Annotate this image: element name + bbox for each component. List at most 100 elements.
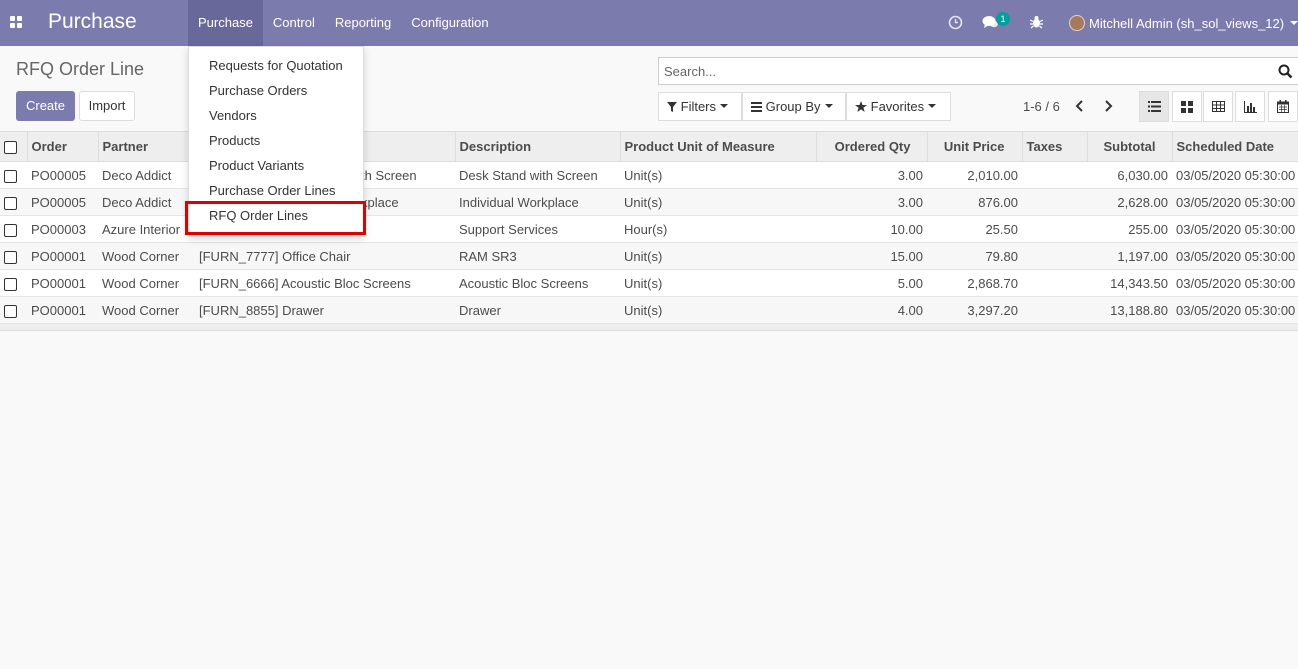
cell-description: Individual Workplace: [455, 188, 620, 216]
avatar: [1069, 15, 1085, 31]
favorites-button[interactable]: Favorites: [846, 92, 951, 121]
debug-bug-icon[interactable]: [1030, 15, 1043, 29]
cell-uom: Unit(s): [620, 161, 816, 189]
menu-item-purchase-order-lines[interactable]: Purchase Order Lines: [209, 183, 335, 198]
chevron-down-icon: [720, 103, 729, 108]
column-header-scheduled-date[interactable]: Scheduled Date: [1171, 131, 1298, 162]
cell-scheduled-date: 03/05/2020 05:30:00: [1172, 296, 1298, 324]
calendar-icon: [1277, 100, 1289, 113]
search-input[interactable]: [659, 58, 1259, 84]
user-menu[interactable]: Mitchell Admin (sh_sol_views_12): [1069, 13, 1298, 33]
cell-product: [FURN_6666] Acoustic Bloc Screens: [195, 269, 455, 297]
messages-count-badge: 1: [996, 12, 1010, 26]
column-header-partner[interactable]: Partner: [97, 131, 195, 162]
row-select-cell[interactable]: [0, 188, 27, 216]
cell-description: Acoustic Bloc Screens: [455, 269, 620, 297]
pager-next-icon[interactable]: [1103, 99, 1113, 113]
cell-uom: Unit(s): [620, 188, 816, 216]
column-header-description[interactable]: Description: [454, 131, 620, 162]
import-button[interactable]: Import: [79, 91, 135, 121]
cell-product: [FURN_7777] Office Chair: [195, 242, 455, 270]
table-row[interactable]: PO00001 Wood Corner [FURN_6666] Acoustic…: [0, 269, 1298, 297]
app-brand[interactable]: Purchase: [48, 10, 137, 34]
menu-reporting[interactable]: Reporting: [325, 0, 401, 46]
table-row[interactable]: PO00001 Wood Corner [FURN_7777] Office C…: [0, 242, 1298, 270]
cell-scheduled-date: 03/05/2020 05:30:00: [1172, 269, 1298, 297]
column-header-taxes[interactable]: Taxes: [1021, 131, 1087, 162]
cell-taxes: [1022, 188, 1087, 216]
pivot-view-button[interactable]: [1203, 91, 1233, 122]
pager-value[interactable]: 1-6 / 6: [1023, 99, 1060, 114]
star-icon: [855, 101, 867, 113]
column-header-subtotal[interactable]: Subtotal: [1086, 131, 1172, 162]
kanban-view-button[interactable]: [1172, 91, 1202, 122]
menu-item-requests-for-quotation[interactable]: Requests for Quotation: [209, 58, 343, 73]
cell-description: Drawer: [455, 296, 620, 324]
apps-menu-icon[interactable]: [10, 16, 23, 29]
graph-view-button[interactable]: [1235, 91, 1265, 122]
group-by-label: Group By: [765, 99, 821, 114]
menu-item-products[interactable]: Products: [209, 133, 260, 148]
cell-subtotal: 13,188.80: [1087, 296, 1172, 324]
filter-icon: [667, 101, 677, 112]
cell-description: Desk Stand with Screen: [455, 161, 620, 189]
row-select-cell[interactable]: [0, 215, 27, 243]
cell-unit-price: 876.00: [927, 188, 1022, 216]
group-by-button[interactable]: Group By: [742, 92, 846, 121]
row-checkbox[interactable]: [4, 169, 17, 183]
cell-subtotal: 14,343.50: [1087, 269, 1172, 297]
menu-item-vendors[interactable]: Vendors: [209, 108, 257, 123]
cell-scheduled-date: 03/05/2020 05:30:00: [1172, 161, 1298, 189]
list-view-button[interactable]: [1139, 91, 1169, 122]
table-icon: [1211, 101, 1225, 112]
chevron-down-icon: [824, 103, 833, 108]
cell-scheduled-date: 03/05/2020 05:30:00: [1172, 242, 1298, 270]
cell-unit-price: 79.80: [927, 242, 1022, 270]
cell-ordered-qty: 4.00: [816, 296, 927, 324]
page-title: RFQ Order Line: [16, 59, 145, 79]
table-row[interactable]: PO00001 Wood Corner [FURN_8855] Drawer D…: [0, 296, 1298, 324]
row-select-cell[interactable]: [0, 296, 27, 324]
filters-button[interactable]: Filters: [658, 92, 742, 121]
row-checkbox[interactable]: [4, 277, 17, 291]
column-header-order[interactable]: Order: [26, 131, 98, 162]
bars-icon: [751, 101, 762, 112]
list-icon: [1147, 101, 1161, 112]
chevron-down-icon: [1290, 21, 1298, 25]
menu-item-product-variants[interactable]: Product Variants: [209, 158, 304, 173]
pager-previous-icon[interactable]: [1075, 99, 1085, 113]
create-button[interactable]: Create: [16, 91, 75, 121]
cell-partner: Wood Corner: [98, 269, 195, 297]
cell-ordered-qty: 3.00: [816, 188, 927, 216]
row-select-cell[interactable]: [0, 242, 27, 270]
row-select-cell[interactable]: [0, 269, 27, 297]
activity-clock-icon[interactable]: [948, 15, 963, 30]
column-header-unit-price[interactable]: Unit Price: [926, 131, 1022, 162]
menu-item-purchase-orders[interactable]: Purchase Orders: [209, 83, 307, 98]
menu-purchase[interactable]: Purchase: [188, 0, 263, 46]
cell-subtotal: 6,030.00: [1087, 161, 1172, 189]
row-checkbox[interactable]: [4, 250, 17, 264]
row-checkbox[interactable]: [4, 304, 17, 318]
cell-taxes: [1022, 161, 1087, 189]
calendar-view-button[interactable]: [1268, 91, 1298, 122]
cell-description: RAM SR3: [455, 242, 620, 270]
row-checkbox[interactable]: [4, 196, 17, 210]
cell-ordered-qty: 15.00: [816, 242, 927, 270]
bar-chart-icon: [1243, 100, 1257, 113]
highlight-box: [185, 201, 366, 235]
cell-partner: Azure Interior: [98, 215, 195, 243]
select-all-checkbox[interactable]: [4, 141, 17, 155]
cell-taxes: [1022, 296, 1087, 324]
menu-configuration[interactable]: Configuration: [401, 0, 498, 46]
cell-unit-price: 25.50: [927, 215, 1022, 243]
select-all-header[interactable]: [0, 131, 27, 162]
menu-control[interactable]: Control: [263, 0, 325, 46]
column-header-uom[interactable]: Product Unit of Measure: [619, 131, 816, 162]
row-checkbox[interactable]: [4, 223, 17, 237]
row-select-cell[interactable]: [0, 161, 27, 189]
search-icon[interactable]: [1278, 64, 1293, 79]
column-header-ordered-qty[interactable]: Ordered Qty: [815, 131, 927, 162]
user-name: Mitchell Admin (sh_sol_views_12): [1089, 15, 1285, 31]
cell-partner: Deco Addict: [98, 188, 195, 216]
